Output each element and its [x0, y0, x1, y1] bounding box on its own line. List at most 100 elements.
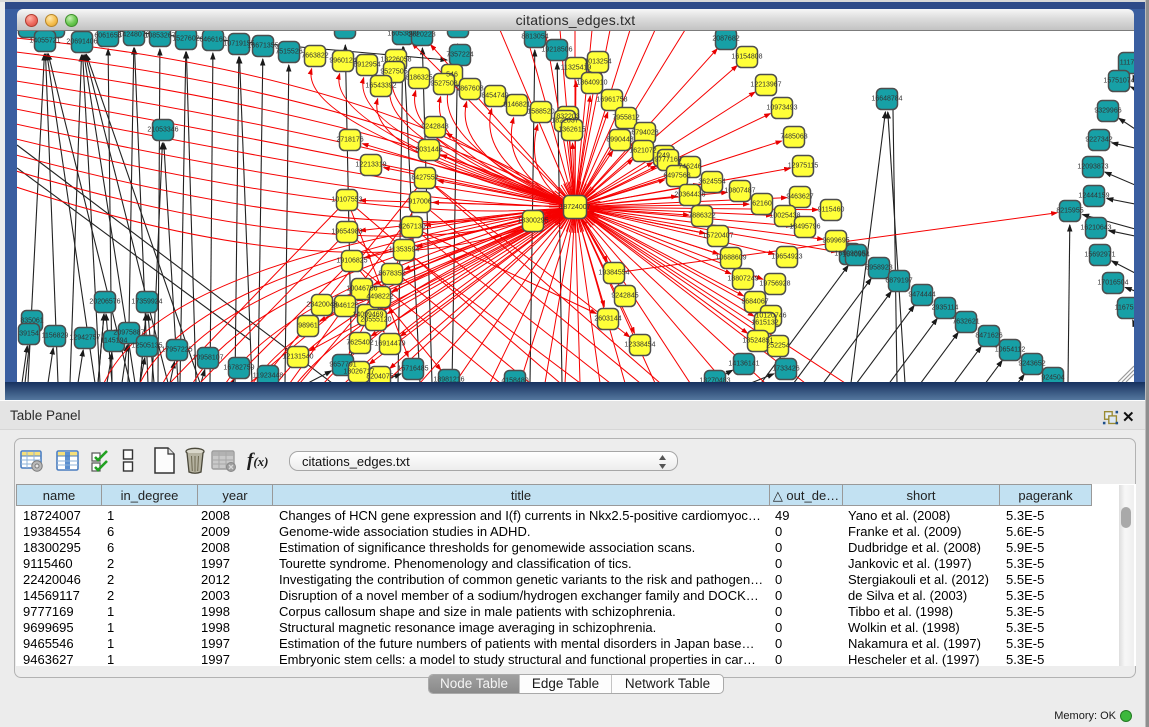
- svg-text:8204075: 8204075: [366, 374, 393, 381]
- svg-text:1156829: 1156829: [42, 333, 69, 340]
- svg-text:2603144: 2603144: [594, 316, 621, 323]
- svg-text:1588520: 1588520: [527, 109, 554, 116]
- svg-text:13270483: 13270483: [699, 378, 730, 383]
- svg-text:16914479: 16914479: [374, 341, 405, 348]
- svg-text:835061: 835061: [20, 318, 43, 325]
- svg-text:1615132: 1615132: [751, 320, 778, 327]
- svg-text:16961758: 16961758: [596, 97, 627, 104]
- svg-text:9243652: 9243652: [1018, 361, 1045, 368]
- svg-text:9115460: 9115460: [818, 207, 845, 214]
- svg-text:1167533: 1167533: [1115, 305, 1134, 312]
- svg-text:10046756: 10046756: [346, 286, 377, 293]
- svg-text:9242845: 9242845: [611, 293, 638, 300]
- svg-text:20206576: 20206576: [89, 299, 120, 306]
- svg-text:11325419: 11325419: [561, 65, 592, 72]
- svg-text:16671355: 16671355: [247, 43, 278, 50]
- svg-text:19384554: 19384554: [598, 270, 629, 277]
- svg-text:10853267: 10853267: [144, 33, 175, 40]
- svg-text:7485063: 7485063: [780, 134, 807, 141]
- svg-text:8990448: 8990448: [606, 137, 633, 144]
- svg-text:11923448: 11923448: [253, 373, 284, 380]
- svg-text:16648784: 16648784: [871, 96, 902, 103]
- svg-text:4498222: 4498222: [366, 294, 393, 301]
- svg-text:1822037: 1822037: [551, 118, 578, 125]
- svg-text:20364436: 20364436: [674, 192, 705, 199]
- svg-text:20555120: 20555120: [360, 317, 391, 324]
- svg-text:8958923: 8958923: [865, 265, 892, 272]
- svg-text:9146821: 9146821: [503, 102, 530, 109]
- svg-text:2935114: 2935114: [932, 305, 959, 312]
- svg-text:9329966: 9329966: [1094, 108, 1121, 115]
- svg-text:8471626: 8471626: [975, 333, 1002, 340]
- svg-text:12505135: 12505135: [131, 343, 162, 350]
- svg-text:18981216: 18981216: [433, 377, 464, 383]
- svg-text:7357224: 7357224: [446, 52, 473, 59]
- svg-text:9227342: 9227342: [1085, 137, 1112, 144]
- svg-text:2620223: 2620223: [408, 32, 435, 39]
- svg-text:12942757: 12942757: [69, 335, 100, 342]
- svg-text:2946120: 2946120: [331, 303, 358, 310]
- svg-text:22841736: 22841736: [329, 31, 360, 32]
- svg-text:924504: 924504: [1041, 375, 1064, 382]
- svg-text:17957225: 17957225: [161, 347, 192, 354]
- svg-text:20975887: 20975887: [113, 330, 144, 337]
- svg-text:10688609: 10688609: [715, 255, 746, 262]
- svg-text:12131540: 12131540: [282, 354, 313, 361]
- svg-text:1621072: 1621072: [629, 148, 656, 155]
- svg-text:1733426: 1733426: [772, 366, 799, 373]
- svg-text:746246: 746246: [678, 164, 701, 171]
- svg-text:10958107: 10958107: [192, 355, 223, 362]
- svg-text:98961: 98961: [298, 323, 318, 330]
- svg-text:21053346: 21053346: [147, 127, 178, 134]
- svg-text:16543392: 16543392: [365, 83, 396, 90]
- svg-text:8215955: 8215955: [1056, 208, 1083, 215]
- svg-text:15751074: 15751074: [1103, 78, 1134, 85]
- svg-text:8186325: 8186325: [405, 75, 432, 82]
- svg-text:15716485: 15716485: [397, 366, 428, 373]
- svg-text:17016504: 17016504: [1097, 280, 1128, 287]
- svg-text:9699695: 9699695: [822, 238, 849, 245]
- svg-text:10120746: 10120746: [755, 313, 786, 320]
- svg-text:14055721: 14055721: [29, 38, 60, 45]
- svg-text:8813054: 8813054: [521, 34, 548, 41]
- svg-text:6879197: 6879197: [885, 278, 912, 285]
- svg-text:18724007: 18724007: [559, 204, 590, 211]
- svg-text:3624554: 3624554: [698, 179, 725, 186]
- svg-text:18495796: 18495796: [789, 224, 820, 231]
- svg-text:9527505: 9527505: [380, 69, 407, 76]
- svg-text:11353594: 11353594: [389, 247, 420, 254]
- svg-text:16782759: 16782759: [223, 365, 254, 372]
- svg-text:11175: 11175: [1120, 60, 1134, 67]
- svg-text:7886322: 7886322: [688, 213, 715, 220]
- svg-text:1527602: 1527602: [172, 36, 199, 43]
- svg-text:9527508: 9527508: [430, 81, 457, 88]
- svg-text:2718176: 2718176: [336, 137, 363, 144]
- svg-text:10025438: 10025438: [769, 213, 800, 220]
- svg-text:12213319: 12213319: [355, 162, 386, 169]
- svg-text:19654983: 19654983: [331, 229, 362, 236]
- svg-text:12975115: 12975115: [788, 163, 819, 170]
- svg-text:19756928: 19756928: [759, 281, 790, 288]
- svg-text:15692971: 15692971: [1084, 252, 1115, 259]
- svg-text:13226058: 13226058: [380, 57, 411, 64]
- svg-text:7625402: 7625402: [346, 340, 373, 347]
- svg-text:8454749: 8454749: [481, 93, 508, 100]
- svg-text:9657791: 9657791: [329, 362, 356, 369]
- svg-text:16154808: 16154808: [731, 54, 762, 61]
- svg-text:6794028: 6794028: [631, 130, 658, 137]
- svg-text:1362615: 1362615: [558, 127, 585, 134]
- svg-text:19654923: 19654923: [771, 254, 802, 261]
- svg-text:8031446: 8031446: [415, 147, 442, 154]
- svg-text:6497568: 6497568: [663, 173, 690, 180]
- svg-text:9777169: 9777169: [654, 157, 681, 164]
- svg-text:19218506: 19218506: [541, 47, 572, 54]
- svg-text:8267130: 8267130: [398, 224, 425, 231]
- svg-text:20691406: 20691406: [66, 39, 97, 46]
- svg-text:8678352: 8678352: [378, 271, 405, 278]
- svg-text:7663822: 7663822: [301, 53, 328, 60]
- svg-text:10654112: 10654112: [995, 347, 1026, 354]
- svg-text:10973493: 10973493: [766, 105, 797, 112]
- svg-text:12093873: 12093873: [1077, 164, 1108, 171]
- svg-text:252254: 252254: [766, 343, 789, 350]
- svg-text:9463627: 9463627: [786, 194, 813, 201]
